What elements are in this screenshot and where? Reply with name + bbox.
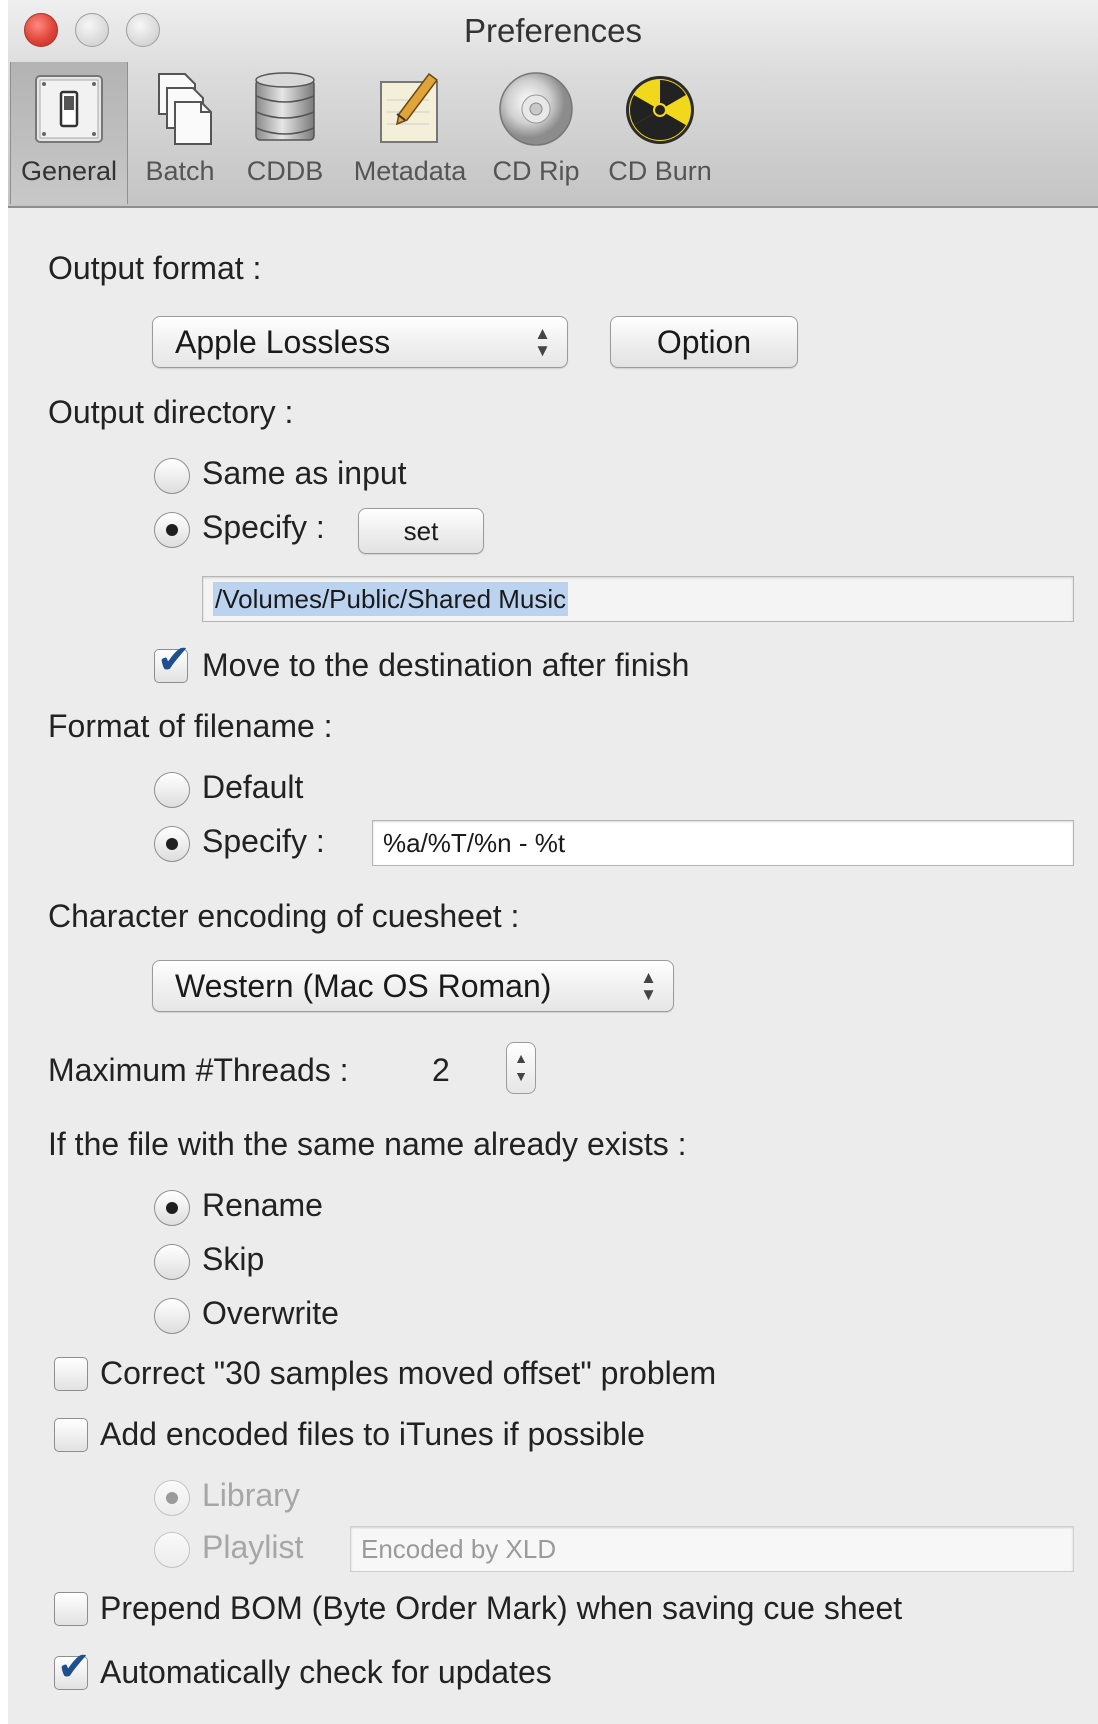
auto-update-label: Automatically check for updates bbox=[100, 1654, 552, 1690]
tab-cddb[interactable]: CDDB bbox=[234, 62, 336, 204]
prepend-bom-checkbox[interactable] bbox=[54, 1592, 88, 1626]
tab-general-label: General bbox=[20, 156, 118, 186]
move-after-finish-checkbox[interactable]: ✔ bbox=[154, 640, 191, 683]
existing-rename-radio[interactable] bbox=[154, 1190, 190, 1226]
add-to-itunes-label: Add encoded files to iTunes if possible bbox=[100, 1416, 645, 1452]
existing-overwrite-label: Overwrite bbox=[202, 1295, 339, 1331]
auto-update-checkbox[interactable]: ✔ bbox=[54, 1647, 91, 1690]
cd-disc-icon bbox=[499, 72, 573, 146]
tab-batch[interactable]: Batch bbox=[132, 62, 228, 204]
correct-offset-label: Correct "30 samples moved offset" proble… bbox=[100, 1355, 717, 1391]
title-bar: Preferences General Batch CDDB Metadata … bbox=[8, 0, 1098, 208]
tab-metadata[interactable]: Metadata bbox=[342, 62, 478, 204]
preferences-window: Preferences General Batch CDDB Metadata … bbox=[8, 0, 1098, 1724]
tab-general[interactable]: General bbox=[10, 62, 128, 204]
filename-specify-label: Specify : bbox=[202, 823, 325, 859]
tab-cd-burn-label: CD Burn bbox=[608, 156, 712, 186]
output-format-value: Apple Lossless bbox=[175, 324, 391, 360]
threads-label: Maximum #Threads : bbox=[48, 1052, 349, 1088]
checkmark-icon: ✔ bbox=[57, 1644, 91, 1690]
existing-overwrite-radio[interactable] bbox=[154, 1298, 190, 1334]
existing-rename-label: Rename bbox=[202, 1187, 323, 1223]
itunes-playlist-radio[interactable] bbox=[154, 1532, 190, 1568]
output-directory-path-field[interactable]: /Volumes/Public/Shared Music bbox=[202, 576, 1074, 622]
itunes-playlist-label: Playlist bbox=[202, 1529, 304, 1565]
option-button[interactable]: Option bbox=[610, 316, 798, 368]
popup-arrows-icon: ▲ ▼ bbox=[640, 968, 657, 1004]
tab-cddb-label: CDDB bbox=[246, 156, 324, 186]
prepend-bom-label: Prepend BOM (Byte Order Mark) when savin… bbox=[100, 1590, 903, 1626]
same-as-input-radio[interactable] bbox=[154, 458, 190, 494]
popup-arrows-icon: ▲ ▼ bbox=[534, 324, 551, 360]
filename-pattern-field[interactable]: %a/%T/%n - %t bbox=[372, 820, 1074, 866]
tab-batch-label: Batch bbox=[145, 156, 215, 186]
filename-default-radio[interactable] bbox=[154, 772, 190, 808]
existing-file-label: If the file with the same name already e… bbox=[48, 1126, 687, 1162]
add-to-itunes-checkbox[interactable] bbox=[54, 1418, 88, 1452]
itunes-library-radio[interactable] bbox=[154, 1480, 190, 1516]
tab-cd-burn[interactable]: CD Burn bbox=[596, 62, 724, 204]
threads-stepper[interactable]: ▲ ▼ bbox=[506, 1042, 536, 1094]
set-directory-button[interactable]: set bbox=[358, 508, 484, 554]
existing-skip-label: Skip bbox=[202, 1241, 265, 1277]
radiation-icon bbox=[626, 76, 694, 144]
cuesheet-encoding-label: Character encoding of cuesheet : bbox=[48, 898, 520, 934]
output-format-popup[interactable]: Apple Lossless ▲ ▼ bbox=[152, 316, 568, 368]
checkmark-icon: ✔ bbox=[157, 637, 191, 683]
tab-cd-rip[interactable]: CD Rip bbox=[484, 62, 588, 204]
window-title: Preferences bbox=[464, 12, 642, 49]
tab-metadata-label: Metadata bbox=[353, 156, 467, 186]
output-directory-specify-radio[interactable] bbox=[154, 512, 190, 548]
itunes-library-label: Library bbox=[202, 1477, 300, 1513]
batch-documents-icon bbox=[158, 73, 212, 145]
general-switch-icon bbox=[35, 75, 103, 143]
existing-skip-radio[interactable] bbox=[154, 1244, 190, 1280]
move-after-finish-label: Move to the destination after finish bbox=[202, 647, 690, 683]
output-format-label: Output format : bbox=[48, 250, 262, 286]
correct-offset-checkbox[interactable] bbox=[54, 1357, 88, 1391]
tab-cd-rip-label: CD Rip bbox=[492, 156, 580, 186]
cuesheet-encoding-popup[interactable]: Western (Mac OS Roman) ▲ ▼ bbox=[152, 960, 674, 1012]
filename-specify-radio[interactable] bbox=[154, 826, 190, 862]
metadata-pencil-icon bbox=[380, 72, 439, 143]
output-directory-label: Output directory : bbox=[48, 394, 294, 430]
threads-value: 2 bbox=[432, 1052, 450, 1088]
cuesheet-encoding-value: Western (Mac OS Roman) bbox=[175, 968, 552, 1004]
output-directory-path: /Volumes/Public/Shared Music bbox=[213, 582, 569, 616]
database-icon bbox=[255, 72, 315, 141]
filename-default-label: Default bbox=[202, 769, 304, 805]
filename-format-label: Format of filename : bbox=[48, 708, 333, 744]
output-directory-specify-label: Specify : bbox=[202, 509, 325, 545]
same-as-input-label: Same as input bbox=[202, 455, 407, 491]
itunes-playlist-name-field[interactable]: Encoded by XLD bbox=[350, 1526, 1074, 1572]
